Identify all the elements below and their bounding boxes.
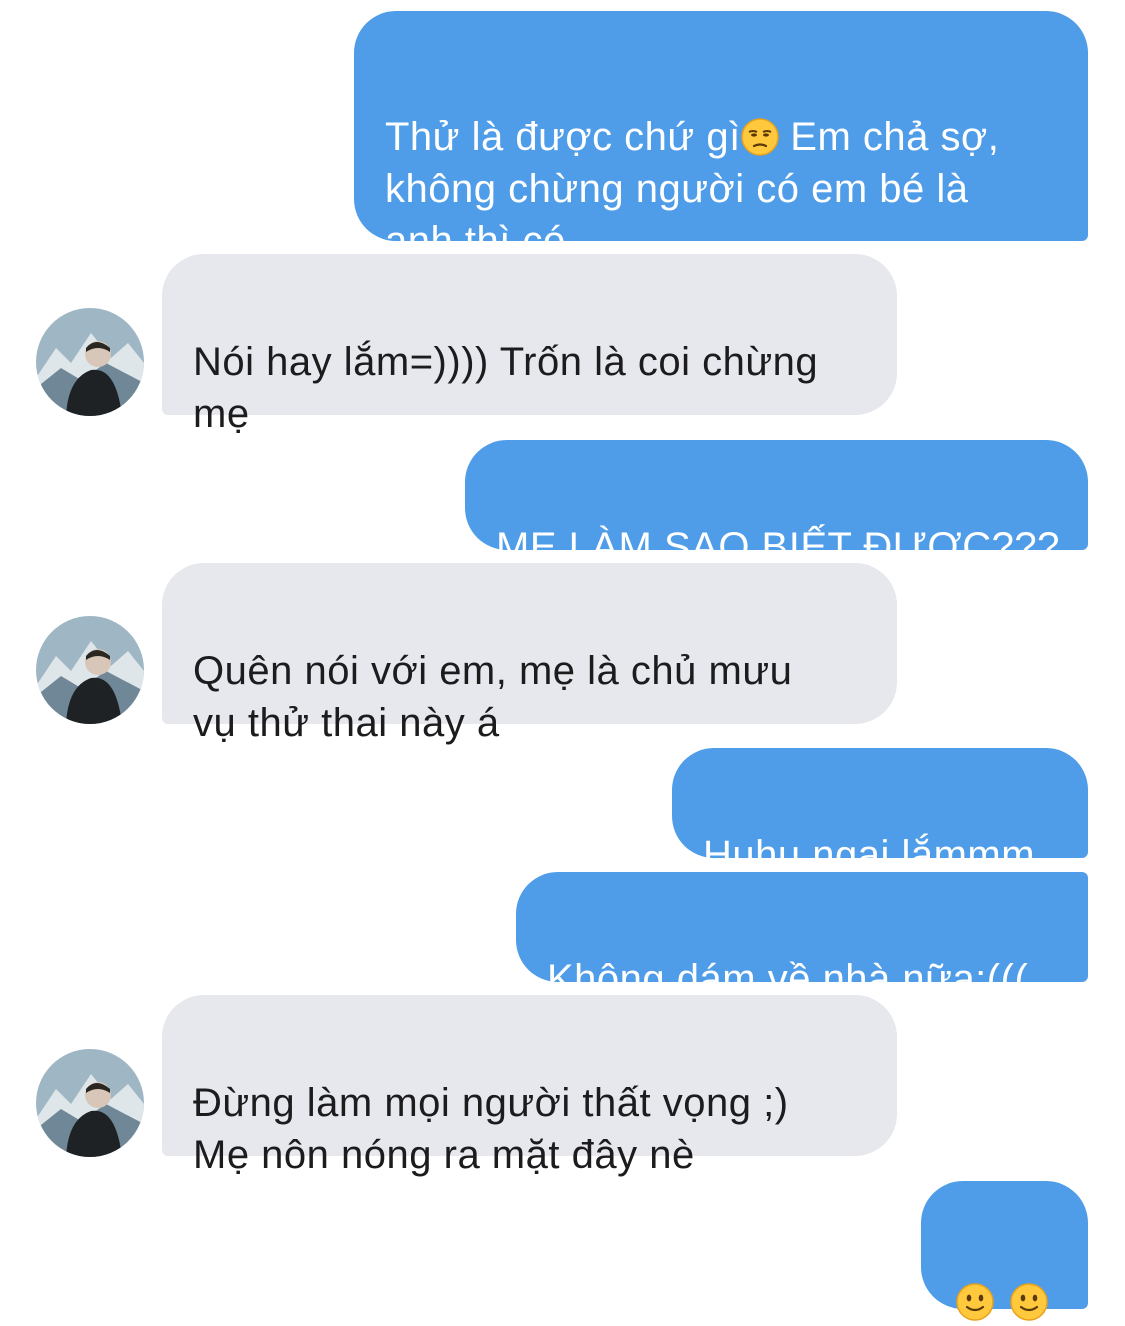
slightly-smiling-face-icon <box>956 1283 994 1321</box>
outgoing-message[interactable]: MẸ LÀM SAO BIẾT ĐƯỢC??? <box>465 440 1088 569</box>
incoming-message[interactable]: Quên nói với em, mẹ là chủ mưu vụ thử th… <box>162 563 897 745</box>
message-text: Đừng làm mọi người thất vọng ;) Mẹ nôn n… <box>193 1081 789 1177</box>
message-text: Quên nói với em, mẹ là chủ mưu vụ thử th… <box>193 649 793 745</box>
avatar-photo-icon <box>36 616 144 724</box>
avatar-photo-icon <box>36 1049 144 1157</box>
contact-avatar[interactable] <box>36 308 144 416</box>
message-text: Huhu ngại lắmmm <box>703 833 1036 877</box>
chat-thread: Thử là được chứ gì Em chả sợ, không chừn… <box>0 0 1125 1326</box>
unamused-face-icon <box>740 118 779 156</box>
emoji-row <box>951 1283 1048 1321</box>
incoming-message[interactable]: Đừng làm mọi người thất vọng ;) Mẹ nôn n… <box>162 995 897 1177</box>
message-text: Thử là được chứ gì <box>385 115 741 159</box>
outgoing-message[interactable]: Thử là được chứ gì Em chả sợ, không chừn… <box>354 11 1088 263</box>
outgoing-message[interactable]: Huhu ngại lắmmm <box>672 748 1088 877</box>
incoming-message[interactable]: Nói hay lắm=)))) Trốn là coi chừng mẹ <box>162 254 897 436</box>
slightly-smiling-face-icon <box>1010 1283 1048 1321</box>
contact-avatar[interactable] <box>36 1049 144 1157</box>
message-text: Nói hay lắm=)))) Trốn là coi chừng mẹ <box>193 340 819 436</box>
outgoing-message[interactable]: Không dám về nhà nữa:((( <box>516 872 1088 1001</box>
contact-avatar[interactable] <box>36 616 144 724</box>
outgoing-emoji-message[interactable] <box>921 1181 1088 1321</box>
avatar-photo-icon <box>36 308 144 416</box>
